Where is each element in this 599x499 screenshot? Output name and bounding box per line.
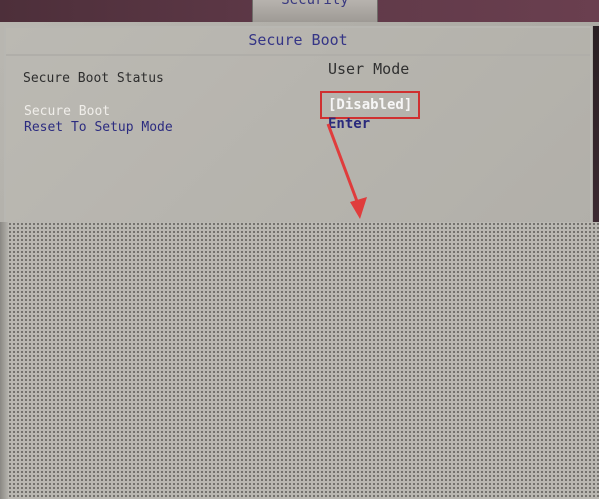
title-divider bbox=[6, 54, 590, 56]
panel-title: Secure Boot bbox=[248, 31, 348, 49]
annotation-arrow-icon bbox=[326, 123, 367, 219]
photo-left-edge bbox=[0, 222, 8, 499]
secure-boot-status-label: Secure Boot Status bbox=[23, 71, 164, 86]
reset-to-setup-mode-label[interactable]: Reset To Setup Mode bbox=[24, 120, 173, 136]
menu-bar: Security bbox=[0, 0, 599, 22]
screen-edge bbox=[593, 26, 599, 234]
secure-boot-option-value[interactable]: [Disabled] bbox=[320, 91, 421, 119]
photo-lower-area bbox=[0, 222, 599, 499]
secure-boot-option-label[interactable]: Secure Boot bbox=[24, 104, 110, 120]
tab-security[interactable]: Security bbox=[252, 0, 378, 22]
tab-security-label: Security bbox=[281, 0, 349, 8]
bios-screen: Security Secure Boot Secure Boot Status … bbox=[0, 0, 599, 499]
secure-boot-status-value: User Mode bbox=[328, 60, 410, 78]
